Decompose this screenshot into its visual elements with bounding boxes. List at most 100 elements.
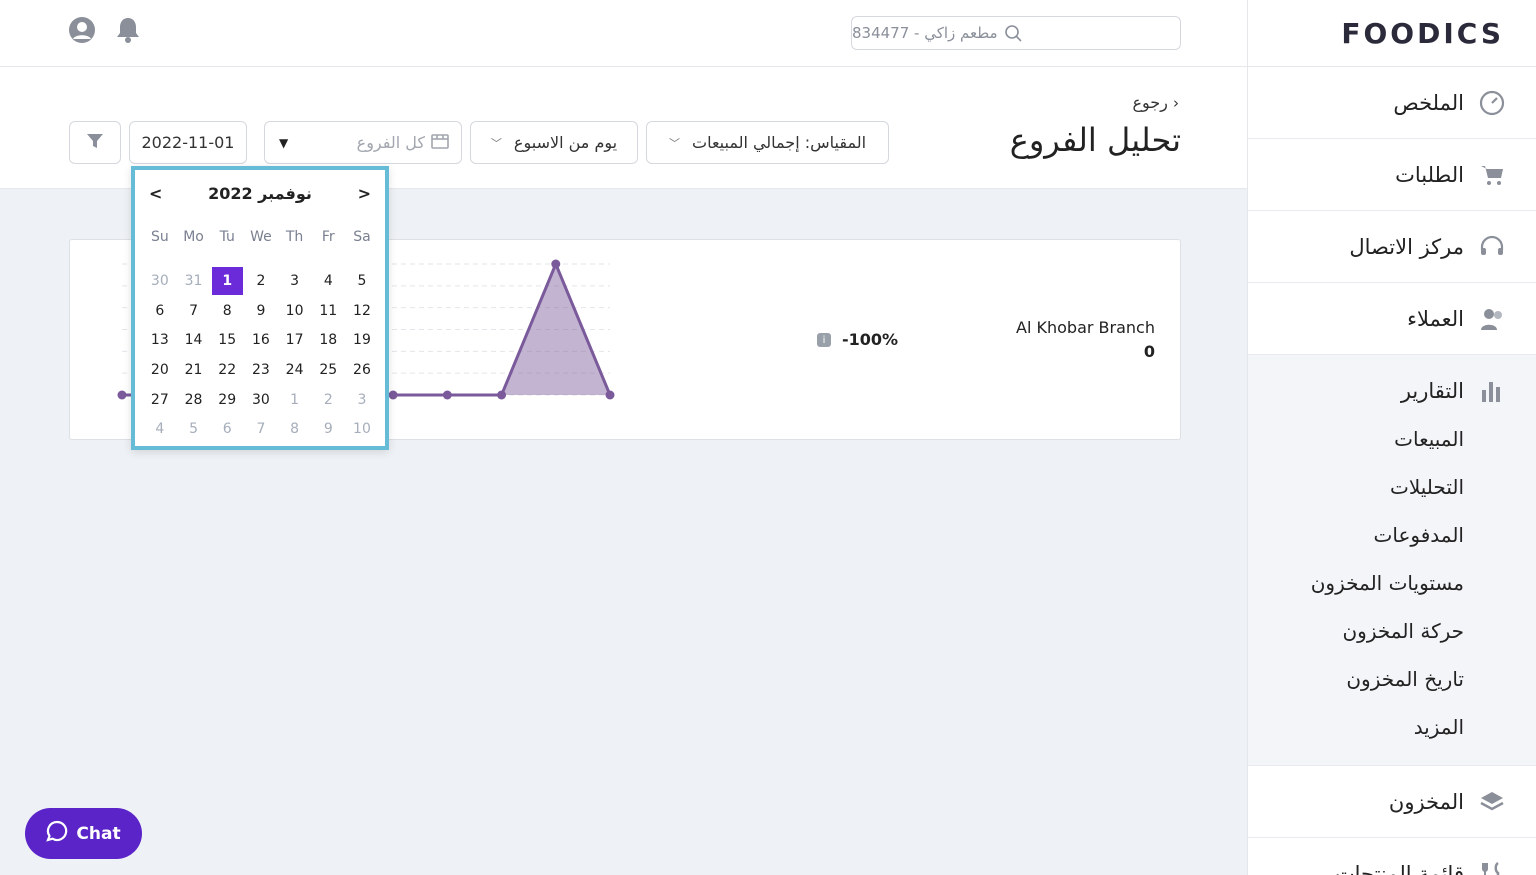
- calendar-day[interactable]: 11: [311, 298, 345, 324]
- calendar-day[interactable]: 8: [278, 416, 312, 442]
- calendar-day[interactable]: 5: [177, 416, 211, 442]
- sidebar-subitem-payments[interactable]: المدفوعات: [1248, 511, 1536, 559]
- calendar-day[interactable]: 6: [143, 298, 177, 324]
- filter-icon: [86, 132, 104, 154]
- calendar-week-row: 27 28 29 30 1 2 3: [143, 385, 379, 415]
- calendar-day[interactable]: 14: [177, 327, 211, 353]
- calendar-header: < نوفمبر 2022 >: [135, 184, 385, 208]
- sidebar-subitem-analytics[interactable]: التحليلات: [1248, 463, 1536, 511]
- data-point[interactable]: [497, 390, 507, 400]
- search-input[interactable]: مطعم زاكي - 834477: [851, 16, 1181, 50]
- top-bar: مطعم زاكي - 834477: [0, 0, 1247, 67]
- data-point[interactable]: [442, 390, 452, 400]
- sidebar-subitem-more[interactable]: المزيد: [1248, 703, 1536, 751]
- calendar-day[interactable]: 24: [278, 357, 312, 383]
- fork-knife-icon: [1478, 860, 1506, 875]
- branch-select[interactable]: ▼ كل الفروع: [264, 121, 462, 164]
- chevron-down-icon: ﹀: [490, 136, 502, 150]
- calendar-day[interactable]: 4: [311, 268, 345, 294]
- calendar-day[interactable]: 13: [143, 327, 177, 353]
- calendar-day[interactable]: 18: [311, 327, 345, 353]
- calendar-day[interactable]: 16: [244, 327, 278, 353]
- calendar-day[interactable]: 1: [278, 387, 312, 413]
- calendar-day[interactable]: 17: [278, 327, 312, 353]
- sidebar-item-call-center[interactable]: مركز الاتصال: [1248, 211, 1536, 283]
- foodics-logo[interactable]: FOODICS: [1248, 0, 1536, 67]
- store-icon: [431, 133, 449, 153]
- calendar-day[interactable]: 2: [244, 268, 278, 294]
- back-label: رجوع: [1132, 93, 1168, 112]
- calendar-day[interactable]: 7: [177, 298, 211, 324]
- calendar-day[interactable]: 8: [210, 298, 244, 324]
- info-icon[interactable]: i: [817, 333, 831, 347]
- calendar-week-row: 6 7 8 9 10 11 12: [143, 296, 379, 326]
- sidebar-subitem-inventory-history[interactable]: تاريخ المخزون: [1248, 655, 1536, 703]
- chevron-down-icon: ﹀: [669, 136, 680, 150]
- calendar-day[interactable]: 5: [345, 268, 379, 294]
- calendar-day[interactable]: 6: [210, 416, 244, 442]
- calendar-day[interactable]: 10: [278, 298, 312, 324]
- sidebar-item-reports[interactable]: التقارير: [1248, 373, 1536, 409]
- sidebar-item-dashboard[interactable]: الملخص: [1248, 67, 1536, 139]
- calendar-day[interactable]: 30: [143, 268, 177, 294]
- metric-dropdown[interactable]: المقياس: إجمالي المبيعات ﹀: [646, 121, 889, 164]
- calendar-day[interactable]: 2: [311, 387, 345, 413]
- calendar-day[interactable]: 23: [244, 357, 278, 383]
- calendar-day[interactable]: 27: [143, 387, 177, 413]
- calendar-day[interactable]: 19: [345, 327, 379, 353]
- metric-label: المقياس: إجمالي المبيعات: [692, 133, 867, 152]
- calendar-grid: Su Mo Tu We Th Fr Sa 30 31 1 2 3 4 5 6 7 8 9 10 11 12 13 14 15 1…: [143, 222, 379, 444]
- user-circle-icon[interactable]: [68, 16, 96, 44]
- calendar-day[interactable]: 21: [177, 357, 211, 383]
- calendar-day[interactable]: 4: [143, 416, 177, 442]
- calendar-day[interactable]: 26: [345, 357, 379, 383]
- sidebar-subitem-sales[interactable]: المبيعات: [1248, 415, 1536, 463]
- percent-change: -100%: [842, 330, 899, 349]
- chat-label: Chat: [76, 823, 121, 844]
- calendar-day[interactable]: 20: [143, 357, 177, 383]
- weekday-label: We: [250, 229, 272, 245]
- calendar-day[interactable]: 10: [345, 416, 379, 442]
- sidebar-section-reports: التقارير المبيعات التحليلات المدفوعات مس…: [1248, 355, 1536, 766]
- data-point[interactable]: [551, 259, 561, 269]
- date-input[interactable]: 2022-11-01: [129, 121, 247, 164]
- calendar-day[interactable]: 9: [311, 416, 345, 442]
- calendar-month-title: نوفمبر 2022: [208, 184, 312, 203]
- sidebar-item-label: المخزون: [1388, 789, 1464, 814]
- calendar-day[interactable]: 29: [210, 387, 244, 413]
- calendar-day[interactable]: 3: [278, 268, 312, 294]
- sidebar-item-menu[interactable]: قائمة المنتجات: [1248, 838, 1536, 875]
- data-point[interactable]: [117, 390, 127, 400]
- calendar-week-row: 20 21 22 23 24 25 26: [143, 355, 379, 385]
- sidebar-subitem-inventory-movement[interactable]: حركة المخزون: [1248, 607, 1536, 655]
- calendar-day[interactable]: 3: [345, 387, 379, 413]
- calendar-day[interactable]: 12: [345, 298, 379, 324]
- sidebar-item-customers[interactable]: العملاء: [1248, 283, 1536, 355]
- sidebar-item-label: التقارير: [1400, 379, 1464, 403]
- data-point[interactable]: [388, 390, 398, 400]
- calendar-day[interactable]: 9: [244, 298, 278, 324]
- sidebar-subitem-inventory-levels[interactable]: مستويات المخزون: [1248, 559, 1536, 607]
- next-month-button[interactable]: >: [358, 184, 371, 203]
- calendar-day[interactable]: 25: [311, 357, 345, 383]
- back-link[interactable]: ‹ رجوع: [1132, 93, 1179, 112]
- sidebar-item-inventory[interactable]: المخزون: [1248, 766, 1536, 838]
- calendar-day[interactable]: 31: [177, 268, 211, 294]
- calendar-week-row: 30 31 1 2 3 4 5: [143, 266, 379, 296]
- data-point[interactable]: [605, 390, 615, 400]
- weekday-label: Th: [285, 229, 304, 245]
- calendar-day[interactable]: 30: [244, 387, 278, 413]
- filter-button[interactable]: [69, 121, 121, 164]
- sidebar-item-label: الطلبات: [1395, 162, 1464, 187]
- calendar-day[interactable]: 15: [210, 327, 244, 353]
- calendar-day[interactable]: 28: [177, 387, 211, 413]
- sidebar-item-orders[interactable]: الطلبات: [1248, 139, 1536, 211]
- calendar-day-selected[interactable]: 1: [211, 266, 243, 295]
- sidebar-item-label: قائمة المنتجات: [1334, 861, 1464, 875]
- day-of-week-dropdown[interactable]: يوم من الاسبوع ﹀: [470, 121, 638, 164]
- caret-down-icon: ▼: [279, 135, 289, 150]
- calendar-day[interactable]: 22: [210, 357, 244, 383]
- chat-button[interactable]: Chat: [25, 808, 142, 859]
- bell-icon[interactable]: [114, 16, 142, 44]
- calendar-day[interactable]: 7: [244, 416, 278, 442]
